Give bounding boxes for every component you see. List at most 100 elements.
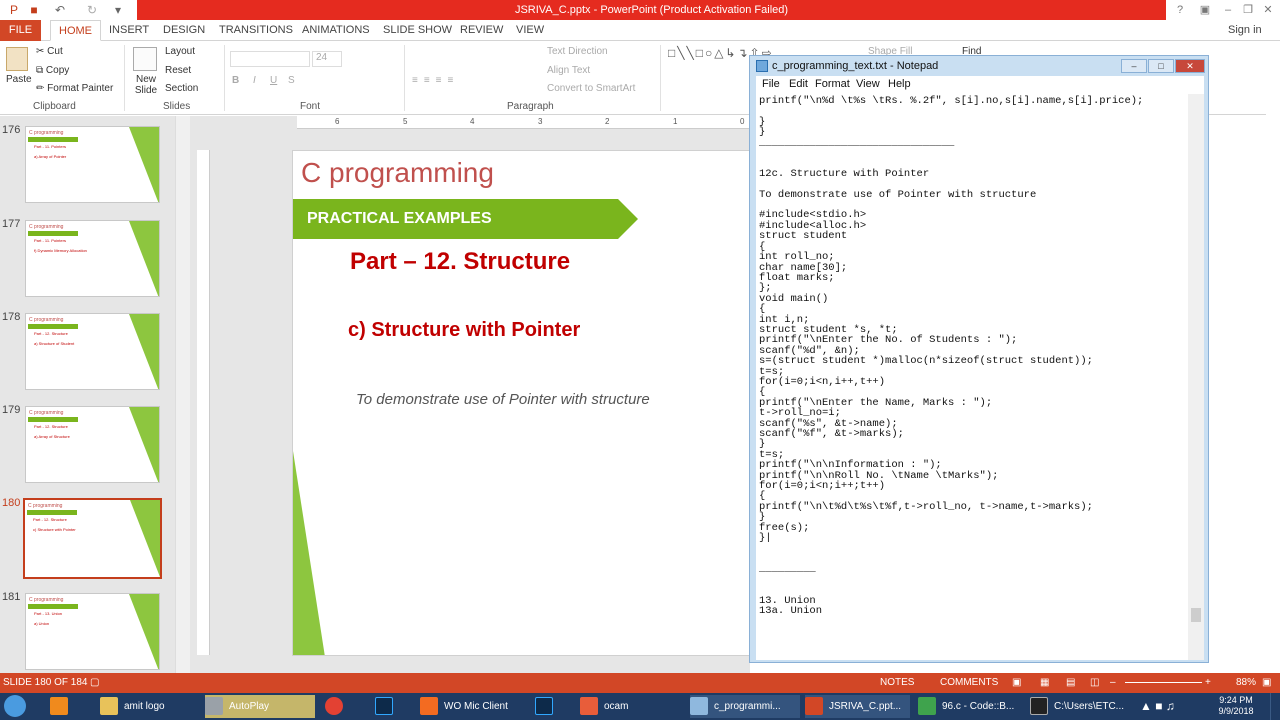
- strikethrough-icon[interactable]: S: [288, 75, 295, 86]
- slide-description[interactable]: To demonstrate use of Pointer with struc…: [356, 391, 650, 408]
- menu-format[interactable]: Format: [815, 78, 850, 90]
- zoom-level[interactable]: 88%: [1236, 677, 1256, 688]
- font-size-box[interactable]: 24: [312, 51, 342, 67]
- menu-help[interactable]: Help: [888, 78, 911, 90]
- zoom-in-icon[interactable]: +: [1205, 677, 1211, 688]
- slide-thumbnail[interactable]: C programming Part - 11. Pointers f) Dyn…: [25, 220, 160, 297]
- reading-view-icon[interactable]: ▤: [1066, 677, 1075, 688]
- redo-icon[interactable]: ↻: [84, 2, 100, 18]
- taskbar-item[interactable]: 96.c - Code::B...: [918, 695, 1023, 718]
- new-slide-button[interactable]: New Slide: [130, 74, 162, 96]
- tab-slideshow[interactable]: SLIDE SHOW: [375, 20, 460, 41]
- tab-home[interactable]: HOME: [50, 20, 101, 41]
- slide-thumbnail[interactable]: C programming Part - 13. Union a) Union: [25, 593, 160, 670]
- notepad-window[interactable]: c_programming_text.txt - Notepad – □ ✕ F…: [749, 55, 1209, 663]
- font-name-box[interactable]: [230, 51, 310, 67]
- convert-smartart-button[interactable]: Convert to SmartArt: [547, 83, 635, 94]
- menu-view[interactable]: View: [856, 78, 880, 90]
- minimize-icon[interactable]: –: [1218, 2, 1238, 18]
- copy-button[interactable]: ⧉ Copy: [36, 65, 69, 76]
- slide-thumbnail[interactable]: C programming Part - 12. Structure a) Ar…: [25, 406, 160, 483]
- photoshop-taskbar-item[interactable]: [375, 695, 407, 718]
- notepad-text-area[interactable]: printf("\n%d \t%s \tRs. %.2f", s[i].no,s…: [756, 94, 1188, 660]
- paste-icon[interactable]: [6, 47, 28, 71]
- taskbar-item[interactable]: WO Mic Client: [420, 695, 530, 718]
- tab-view[interactable]: VIEW: [508, 20, 552, 41]
- thumbnails-scrollbar[interactable]: [175, 116, 190, 673]
- maximize-icon[interactable]: ❐: [1238, 2, 1258, 18]
- slide-title[interactable]: C programming: [301, 157, 494, 189]
- taskbar-item[interactable]: JSRIVA_C.ppt...: [805, 695, 910, 718]
- thumb-band: [27, 510, 77, 515]
- tab-insert[interactable]: INSERT: [101, 20, 157, 41]
- customize-icon[interactable]: ▾: [110, 2, 126, 18]
- taskbar-item[interactable]: C:\Users\ETC...: [1030, 695, 1130, 718]
- align-text-button[interactable]: Align Text: [547, 65, 590, 76]
- zoom-out-icon[interactable]: –: [1110, 677, 1116, 688]
- taskbar-item[interactable]: c_programmi...: [690, 695, 800, 718]
- tray-icons[interactable]: ▲ ■ ♫: [1140, 695, 1200, 718]
- slide-thumbnail[interactable]: C programming Part - 12. Structure a) St…: [25, 313, 160, 390]
- slide-sorter-icon[interactable]: ▦: [1040, 677, 1049, 688]
- zoom-slider[interactable]: [1125, 682, 1202, 683]
- tab-design[interactable]: DESIGN: [155, 20, 213, 41]
- notes-button[interactable]: NOTES: [880, 677, 914, 688]
- ribbon-options-icon[interactable]: ▣: [1195, 2, 1215, 18]
- thumb-title: C programming: [29, 317, 64, 323]
- cut-button[interactable]: ✂ Cut: [36, 46, 63, 57]
- close-icon[interactable]: ✕: [1258, 2, 1278, 18]
- layout-button[interactable]: Layout: [165, 46, 195, 57]
- tab-review[interactable]: REVIEW: [452, 20, 511, 41]
- underline-icon[interactable]: U: [270, 75, 277, 86]
- notepad-close-button[interactable]: ✕: [1175, 59, 1205, 73]
- thumb-decoration: [129, 221, 159, 296]
- paste-button[interactable]: Paste: [6, 74, 32, 85]
- undo-icon[interactable]: ↶: [52, 2, 68, 18]
- notepad-scrollbar[interactable]: [1188, 94, 1204, 660]
- mic-icon: [420, 697, 438, 716]
- notepad-content[interactable]: printf("\n%d \t%s \tRs. %.2f", s[i].no,s…: [756, 94, 1188, 618]
- format-painter-button[interactable]: ✏ Format Painter: [36, 83, 113, 94]
- notepad-maximize-button[interactable]: □: [1148, 59, 1174, 73]
- windows-icon: [4, 695, 26, 718]
- align-icons[interactable]: ≡≡≡≡: [412, 75, 459, 86]
- taskbar-item[interactable]: AutoPlay: [205, 695, 315, 718]
- slideshow-icon[interactable]: ◫: [1090, 677, 1099, 688]
- spellcheck-icon[interactable]: ▢: [90, 677, 99, 688]
- fit-slide-icon[interactable]: ▣: [1262, 677, 1271, 688]
- slide-heading[interactable]: Part – 12. Structure: [350, 248, 570, 276]
- tab-animations[interactable]: ANIMATIONS: [294, 20, 378, 41]
- text-direction-button[interactable]: Text Direction: [547, 46, 608, 57]
- chrome-taskbar-item[interactable]: [325, 695, 357, 718]
- slide-subheading[interactable]: c) Structure with Pointer: [348, 319, 580, 342]
- new-slide-icon[interactable]: [133, 47, 157, 71]
- comments-button[interactable]: COMMENTS: [940, 677, 998, 688]
- normal-view-icon[interactable]: ▣: [1012, 677, 1021, 688]
- scroll-thumb[interactable]: [1191, 608, 1201, 622]
- bold-icon[interactable]: B: [232, 75, 239, 86]
- help-icon[interactable]: ?: [1170, 2, 1190, 18]
- shapes-gallery-icon[interactable]: □╲╲□○△↳↴⇧⇨: [668, 45, 772, 61]
- tab-file[interactable]: FILE: [0, 20, 41, 41]
- sign-in-link[interactable]: Sign in: [1220, 20, 1270, 41]
- show-desktop-button[interactable]: [1270, 693, 1280, 720]
- menu-edit[interactable]: Edit: [789, 78, 808, 90]
- slide[interactable]: C programming PRACTICAL EXAMPLES Part – …: [292, 150, 750, 656]
- menu-file[interactable]: File: [762, 78, 780, 90]
- tab-transitions[interactable]: TRANSITIONS: [211, 20, 301, 41]
- thumb-band: [28, 324, 78, 329]
- practical-band-text[interactable]: PRACTICAL EXAMPLES: [307, 210, 492, 228]
- notepad-minimize-button[interactable]: –: [1121, 59, 1147, 73]
- taskbar-item[interactable]: ocam: [580, 695, 680, 718]
- save-icon[interactable]: ■: [26, 2, 42, 18]
- slide-thumbnail-selected[interactable]: C programming Part - 12. Structure c) St…: [23, 498, 162, 579]
- reset-button[interactable]: Reset: [165, 65, 191, 76]
- photoshop-taskbar-item[interactable]: [535, 695, 567, 718]
- italic-icon[interactable]: I: [253, 75, 256, 86]
- clock[interactable]: 9:24 PM 9/9/2018: [1208, 695, 1264, 717]
- taskbar-item[interactable]: amit logo: [100, 695, 198, 718]
- start-button[interactable]: [4, 695, 36, 718]
- slide-thumbnail[interactable]: C programming Part - 11. Pointers a) Arr…: [25, 126, 160, 203]
- section-button[interactable]: Section: [165, 83, 198, 94]
- vlc-taskbar-item[interactable]: [50, 695, 84, 718]
